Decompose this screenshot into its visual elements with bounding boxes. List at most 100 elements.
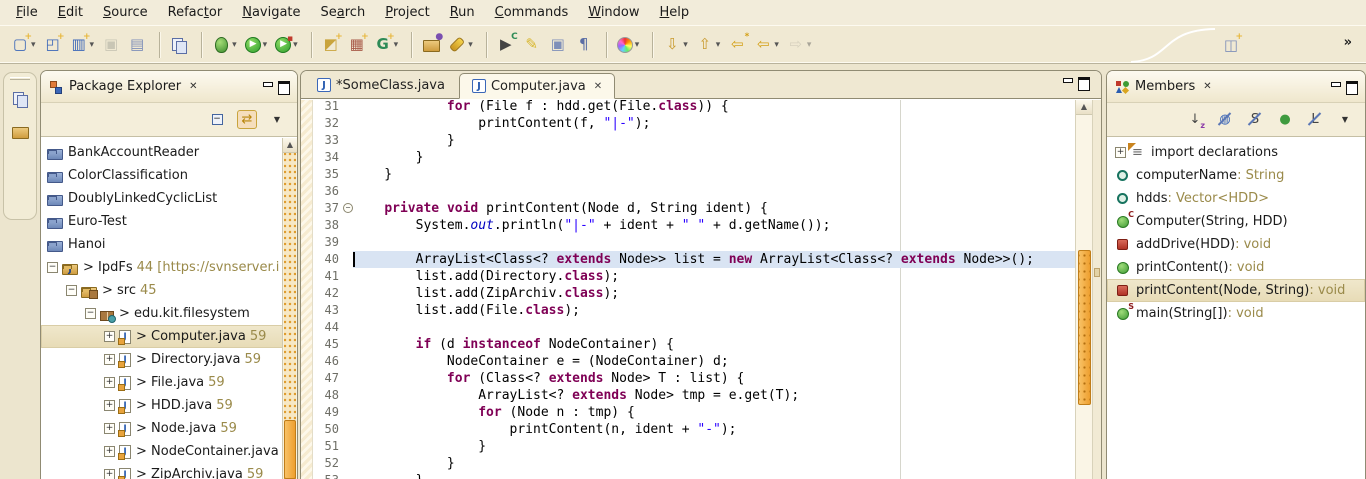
code-text[interactable]: } <box>353 455 1101 472</box>
editor-tab-someclass-java[interactable]: J*SomeClass.java <box>305 72 457 98</box>
code-text[interactable]: list.add(ZipArchiv.class); <box>353 285 1101 302</box>
line-number[interactable]: 51 <box>314 438 344 455</box>
view-menu-button[interactable]: ▼ <box>267 110 287 129</box>
code-text[interactable]: for (Class<? extends Node> T : list) { <box>353 370 1101 387</box>
line-number[interactable]: 32 <box>314 115 344 132</box>
new-wizard-button[interactable]: ◰+ <box>41 33 65 57</box>
fold-ruler[interactable] <box>344 115 353 132</box>
menu-commands[interactable]: Commands <box>485 1 579 24</box>
line-number[interactable]: 37 <box>314 200 344 217</box>
expand-toggle[interactable]: + <box>104 331 115 342</box>
editor-tab-computer-java[interactable]: JComputer.java✕ <box>459 73 615 99</box>
fast-view-folder-button[interactable] <box>7 118 33 144</box>
member-item-import-declarations[interactable]: +import declarations <box>1107 141 1365 164</box>
code-line-52[interactable]: 52 } <box>314 455 1101 472</box>
show-source-of-selected-button[interactable]: ▣ <box>546 33 570 57</box>
back-button[interactable]: ⇦▾ <box>751 33 782 57</box>
menu-refactor[interactable]: Refactor <box>158 1 233 24</box>
fold-collapse-icon[interactable]: − <box>343 203 353 213</box>
code-line-39[interactable]: 39 <box>314 234 1101 251</box>
expand-toggle[interactable]: + <box>104 377 115 388</box>
code-line-37[interactable]: 37− private void printContent(Node d, St… <box>314 200 1101 217</box>
expand-toggle[interactable]: + <box>104 469 115 479</box>
member-item-computer-string-hdd[interactable]: CComputer(String, HDD) <box>1107 210 1365 233</box>
tree-item-ziparchiv-java[interactable]: +J> ZipArchiv.java59 <box>41 463 297 479</box>
last-edit-location-button[interactable]: ⇦* <box>725 33 749 57</box>
line-number[interactable]: 50 <box>314 421 344 438</box>
menu-edit[interactable]: Edit <box>48 1 93 24</box>
line-number[interactable]: 49 <box>314 404 344 421</box>
tree-item-doublylinkedcycliclist[interactable]: DoublyLinkedCyclicList <box>41 187 297 210</box>
code-line-53[interactable]: 53 } <box>314 472 1101 479</box>
tree-item-src[interactable]: −> src45 <box>41 279 297 302</box>
new-web-wizard-button[interactable]: ◩+ <box>319 33 343 57</box>
code-text[interactable]: } <box>353 149 1101 166</box>
search-button[interactable]: ▾ <box>445 33 476 57</box>
minimize-button[interactable] <box>262 81 273 92</box>
copy-resource-button[interactable] <box>167 33 191 57</box>
profile-button[interactable]: ▶C <box>494 33 518 57</box>
code-text[interactable]: } <box>353 472 1101 479</box>
view-menu-button[interactable]: ▼ <box>1335 110 1355 129</box>
code-line-32[interactable]: 32 printContent(f, "|-"); <box>314 115 1101 132</box>
code-text[interactable]: ArrayList<Class<? extends Node>> list = … <box>353 251 1101 268</box>
maximize-button[interactable] <box>1078 77 1089 88</box>
fold-ruler[interactable] <box>344 472 353 479</box>
code-text[interactable]: if (d instanceof NodeContainer) { <box>353 336 1101 353</box>
tree-item-directory-java[interactable]: +J> Directory.java59 <box>41 348 297 371</box>
member-item-printcontent[interactable]: printContent() : void <box>1107 256 1365 279</box>
fold-ruler[interactable] <box>344 438 353 455</box>
fast-view-handle[interactable] <box>10 77 30 80</box>
line-number[interactable]: 52 <box>314 455 344 472</box>
toolbar-overflow-chevron[interactable]: » <box>1344 35 1352 50</box>
show-public-button[interactable]: ● <box>1275 110 1295 129</box>
code-text[interactable]: printContent(f, "|-"); <box>353 115 1101 132</box>
minimize-button[interactable] <box>1062 77 1073 88</box>
editor-scrollbar[interactable]: ▲ <box>1075 100 1092 479</box>
code-text[interactable] <box>353 234 1101 251</box>
code-line-44[interactable]: 44 <box>314 319 1101 336</box>
line-number[interactable]: 48 <box>314 387 344 404</box>
code-line-50[interactable]: 50 printContent(n, ident + "-"); <box>314 421 1101 438</box>
close-tab-button[interactable]: ✕ <box>594 81 602 92</box>
code-line-46[interactable]: 46 NodeContainer e = (NodeContainer) d; <box>314 353 1101 370</box>
hide-fields-button[interactable]: ◍ <box>1215 110 1235 129</box>
fold-ruler[interactable] <box>344 370 353 387</box>
line-number[interactable]: 35 <box>314 166 344 183</box>
menu-window[interactable]: Window <box>578 1 649 24</box>
line-number[interactable]: 53 <box>314 472 344 479</box>
code-text[interactable]: System.out.println("|-" + ident + " " + … <box>353 217 1101 234</box>
collapse-toggle[interactable]: − <box>66 285 77 296</box>
code-text[interactable] <box>353 319 1101 336</box>
gwt-compile-button[interactable]: G+▾ <box>371 33 402 57</box>
fold-ruler[interactable] <box>344 183 353 200</box>
code-line-41[interactable]: 41 list.add(Directory.class); <box>314 268 1101 285</box>
expand-toggle[interactable]: + <box>104 446 115 457</box>
code-line-49[interactable]: 49 for (Node n : tmp) { <box>314 404 1101 421</box>
expand-toggle[interactable]: + <box>104 423 115 434</box>
code-line-48[interactable]: 48 ArrayList<? extends Node> tmp = e.get… <box>314 387 1101 404</box>
open-perspective-button[interactable]: ◫+ <box>1219 33 1243 57</box>
fold-ruler[interactable] <box>344 285 353 302</box>
code-area[interactable]: 31 for (File f : hdd.get(File.class)) {3… <box>301 100 1101 479</box>
line-number[interactable]: 39 <box>314 234 344 251</box>
scroll-up-button[interactable]: ▲ <box>1076 100 1092 115</box>
tree-item-computer-java[interactable]: +J> Computer.java59 <box>41 325 297 348</box>
show-whitespace-button[interactable]: ¶ <box>572 33 596 57</box>
menu-source[interactable]: Source <box>93 1 158 24</box>
code-line-42[interactable]: 42 list.add(ZipArchiv.class); <box>314 285 1101 302</box>
new-junit-wizard-button[interactable]: ▦+ <box>345 33 369 57</box>
new-button[interactable]: ▢+▾ <box>8 33 39 57</box>
tree-item-node-java[interactable]: +J> Node.java59 <box>41 417 297 440</box>
tree-item-edu-kit-filesystem[interactable]: −> edu.kit.filesystem <box>41 302 297 325</box>
code-line-40[interactable]: 40 ArrayList<Class<? extends Node>> list… <box>314 251 1101 268</box>
member-item-hdds[interactable]: hdds : Vector<HDD> <box>1107 187 1365 210</box>
tree-item-euro-test[interactable]: Euro-Test <box>41 210 297 233</box>
code-text[interactable]: list.add(Directory.class); <box>353 268 1101 285</box>
fold-ruler[interactable] <box>344 319 353 336</box>
code-line-43[interactable]: 43 list.add(File.class); <box>314 302 1101 319</box>
scrollbar-thumb[interactable] <box>1078 250 1091 405</box>
member-item-computername[interactable]: computerName : String <box>1107 164 1365 187</box>
package-explorer-scrollbar[interactable]: ▲ <box>282 138 297 479</box>
code-line-51[interactable]: 51 } <box>314 438 1101 455</box>
